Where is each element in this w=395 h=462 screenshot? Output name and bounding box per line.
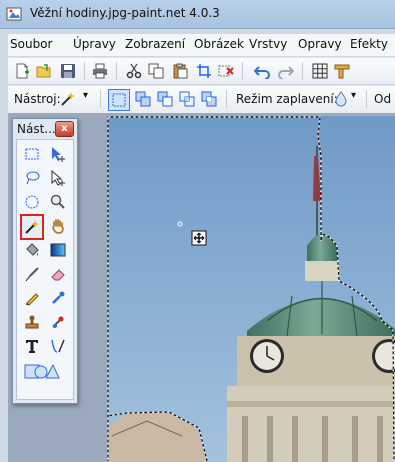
tool-pencil[interactable] <box>22 288 42 308</box>
toolbar-separator <box>100 90 101 108</box>
menu-opravy[interactable]: Opravy <box>298 37 342 51</box>
copy-icon[interactable] <box>148 63 164 79</box>
toolbar-separator <box>226 90 227 108</box>
pencil-icon <box>26 293 39 306</box>
tool-eraser[interactable] <box>48 264 68 284</box>
exclude-selection-icon[interactable] <box>157 91 173 107</box>
menu-zobrazeni[interactable]: Zobrazení <box>125 37 185 51</box>
tool-clone-stamp[interactable] <box>22 312 42 332</box>
deselect-icon[interactable] <box>218 63 234 79</box>
xor-selection-icon[interactable] <box>201 91 217 107</box>
tool-line-curve[interactable] <box>48 336 68 356</box>
toolbar-separator <box>84 62 85 80</box>
tool-paint-bucket[interactable] <box>22 240 42 260</box>
fill-mode-dropdown-arrow-icon[interactable]: ▾ <box>351 90 356 101</box>
tools-window-title: Nást... <box>17 122 56 136</box>
tool-move-selected-pixels[interactable] <box>48 144 68 164</box>
move-pixels-icon <box>52 147 65 162</box>
paint-net-app-icon <box>6 7 22 21</box>
tools-window-close-button[interactable]: x <box>55 121 74 137</box>
zoom-icon <box>50 194 65 209</box>
selection-mode-replace-button[interactable] <box>108 89 130 111</box>
text-tool-icon <box>26 340 38 353</box>
intersect-selection-icon[interactable] <box>179 91 195 107</box>
new-image-icon[interactable] <box>14 63 30 79</box>
colonnade <box>227 386 395 462</box>
toolbar-separator <box>242 62 243 80</box>
title-bar[interactable]: Věžní hodiny.jpg-paint.net 4.0.3 <box>0 0 395 29</box>
tool-shapes[interactable] <box>22 360 62 380</box>
tool-move-selection[interactable] <box>48 168 68 188</box>
color-picker-icon <box>52 291 65 304</box>
fill-mode-label: Režim zaplavení: <box>236 92 338 106</box>
tools-palette <box>16 139 74 400</box>
menu-efekty[interactable]: Efekty <box>350 37 388 51</box>
toolbar-separator <box>116 62 117 80</box>
paintbrush-icon <box>25 267 39 282</box>
shapes-icon <box>24 363 60 379</box>
tool-text[interactable] <box>22 336 42 356</box>
flood-mode-icon[interactable] <box>333 91 349 107</box>
tool-recolor[interactable] <box>48 312 68 332</box>
recolor-icon <box>52 316 64 328</box>
rectangle-select-icon <box>25 148 39 160</box>
window-title: Věžní hodiny.jpg-paint.net 4.0.3 <box>30 6 220 20</box>
tool-color-picker[interactable] <box>48 288 68 308</box>
cut-icon[interactable] <box>126 63 142 79</box>
move-selection-icon <box>51 170 65 186</box>
menu-bar: Soubor Úpravy Zobrazení Obrázek Vrstvy O… <box>8 34 395 56</box>
print-icon[interactable] <box>92 63 108 79</box>
menu-obrazek[interactable]: Obrázek <box>194 37 244 51</box>
tool-rectangle-select[interactable] <box>22 144 42 164</box>
magic-wand-tool-icon <box>25 220 39 234</box>
tool-zoom[interactable] <box>48 192 68 212</box>
line-curve-icon <box>51 339 65 353</box>
menu-vrstvy[interactable]: Vrstvy <box>249 37 287 51</box>
toolbar-separator <box>302 62 303 80</box>
redo-icon[interactable] <box>278 63 294 79</box>
tools-window[interactable]: Nást... x <box>12 118 78 404</box>
lasso-icon <box>26 171 40 185</box>
flagpole <box>316 146 318 236</box>
open-icon[interactable] <box>36 63 52 79</box>
tool-options-toolbar: Nástroj: ▾ Režim zaplavení: ▾ Od <box>8 85 395 114</box>
tool-magic-wand-active[interactable] <box>20 214 44 240</box>
replace-selection-icon <box>112 93 126 107</box>
tolerance-label-truncated: Od <box>374 92 392 106</box>
gradient-icon <box>50 243 66 257</box>
eraser-icon <box>51 269 65 281</box>
menu-soubor[interactable]: Soubor <box>10 37 52 51</box>
toolbar-separator <box>366 90 367 108</box>
tool-dropdown-arrow-icon[interactable]: ▾ <box>83 90 88 101</box>
rulers-icon[interactable] <box>334 63 350 79</box>
tool-lasso-select[interactable] <box>22 168 42 188</box>
tool-gradient[interactable] <box>48 240 68 260</box>
paint-bucket-icon <box>26 243 39 256</box>
grid-icon[interactable] <box>312 63 328 79</box>
hand-icon <box>52 219 64 234</box>
paste-icon[interactable] <box>172 63 188 79</box>
menu-upravy[interactable]: Úpravy <box>73 37 116 51</box>
tool-pan[interactable] <box>48 216 68 236</box>
crop-to-selection-icon[interactable] <box>196 63 212 79</box>
clone-stamp-icon <box>25 315 39 329</box>
ellipse-select-icon <box>25 195 39 209</box>
save-icon[interactable] <box>60 63 76 79</box>
tool-label: Nástroj: <box>14 92 61 106</box>
lantern-base <box>305 261 339 281</box>
main-toolbar <box>8 57 395 84</box>
move-cursor-icon <box>191 230 207 246</box>
union-selection-icon[interactable] <box>135 91 151 107</box>
undo-icon[interactable] <box>254 63 270 79</box>
tool-ellipse-select[interactable] <box>22 192 42 212</box>
magic-wand-icon[interactable] <box>60 91 76 107</box>
image-canvas[interactable] <box>107 116 395 462</box>
tool-paintbrush[interactable] <box>22 264 42 284</box>
